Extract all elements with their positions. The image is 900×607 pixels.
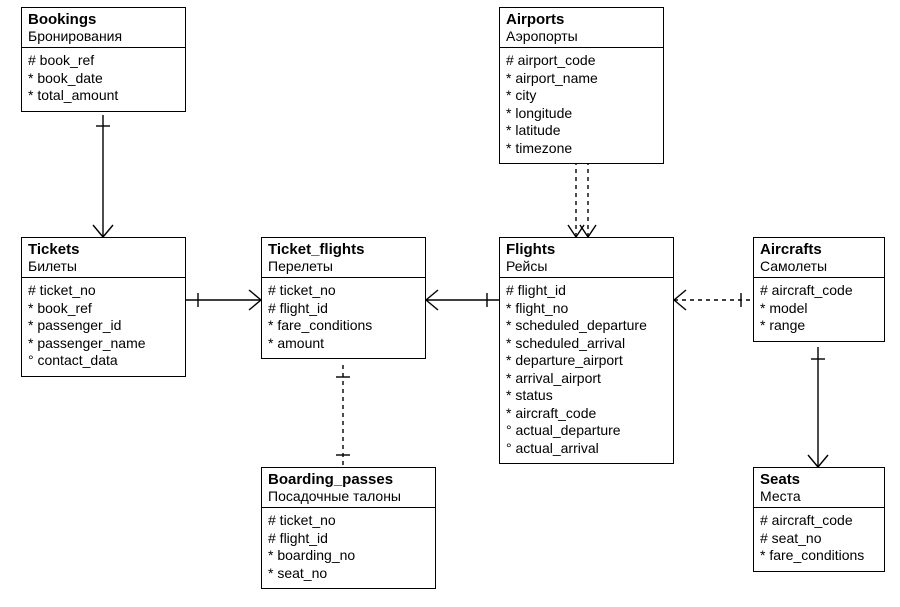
attribute-row: * status bbox=[506, 387, 667, 405]
attribute-row: # aircraft_code bbox=[760, 512, 878, 530]
attribute-row: * longitude bbox=[506, 105, 657, 123]
attribute-row: # book_ref bbox=[28, 52, 179, 70]
entity-attributes: # aircraft_code# seat_no* fare_condition… bbox=[754, 508, 884, 571]
entity-aircrafts: Aircrafts Самолеты # aircraft_code* mode… bbox=[753, 237, 885, 342]
attribute-row: # ticket_no bbox=[268, 512, 429, 530]
attribute-row: * model bbox=[760, 300, 878, 318]
attribute-row: # airport_code bbox=[506, 52, 657, 70]
attribute-row: * boarding_no bbox=[268, 547, 429, 565]
entity-title: Aircrafts bbox=[760, 241, 878, 258]
entity-attributes: # book_ref* book_date* total_amount bbox=[22, 48, 185, 111]
attribute-row: # flight_id bbox=[506, 282, 667, 300]
attribute-row: * book_date bbox=[28, 70, 179, 88]
attribute-row: * passenger_name bbox=[28, 335, 179, 353]
entity-header: Ticket_flights Перелеты bbox=[262, 238, 425, 278]
entity-boarding-passes: Boarding_passes Посадочные талоны # tick… bbox=[261, 467, 436, 589]
attribute-row: * city bbox=[506, 87, 657, 105]
attribute-row: # flight_id bbox=[268, 530, 429, 548]
entity-header: Airports Аэропорты bbox=[500, 8, 663, 48]
entity-bookings: Bookings Бронирования # book_ref* book_d… bbox=[21, 7, 186, 112]
attribute-row: ° contact_data bbox=[28, 352, 179, 370]
attribute-row: ° actual_departure bbox=[506, 422, 667, 440]
entity-title: Ticket_flights bbox=[268, 241, 419, 258]
entity-tickets: Tickets Билеты # ticket_no* book_ref* pa… bbox=[21, 237, 186, 377]
entity-subtitle: Билеты bbox=[28, 258, 179, 274]
attribute-row: * flight_no bbox=[506, 300, 667, 318]
attribute-row: * passenger_id bbox=[28, 317, 179, 335]
entity-subtitle: Места bbox=[760, 488, 878, 504]
entity-title: Flights bbox=[506, 241, 667, 258]
entity-header: Aircrafts Самолеты bbox=[754, 238, 884, 278]
entity-title: Airports bbox=[506, 11, 657, 28]
entity-title: Seats bbox=[760, 471, 878, 488]
attribute-row: * aircraft_code bbox=[506, 405, 667, 423]
attribute-row: * amount bbox=[268, 335, 419, 353]
entity-subtitle: Перелеты bbox=[268, 258, 419, 274]
rel-airports-flights bbox=[568, 153, 596, 237]
attribute-row: * arrival_airport bbox=[506, 370, 667, 388]
entity-attributes: # flight_id* flight_no* scheduled_depart… bbox=[500, 278, 673, 463]
entity-subtitle: Посадочные талоны bbox=[268, 488, 429, 504]
entity-header: Seats Места bbox=[754, 468, 884, 508]
entity-attributes: # airport_code* airport_name* city* long… bbox=[500, 48, 663, 163]
attribute-row: * scheduled_arrival bbox=[506, 335, 667, 353]
entity-header: Tickets Билеты bbox=[22, 238, 185, 278]
entity-header: Flights Рейсы bbox=[500, 238, 673, 278]
entity-attributes: # ticket_no# flight_id* boarding_no* sea… bbox=[262, 508, 435, 588]
entity-title: Boarding_passes bbox=[268, 471, 429, 488]
entity-subtitle: Аэропорты bbox=[506, 28, 657, 44]
attribute-row: * total_amount bbox=[28, 87, 179, 105]
attribute-row: * fare_conditions bbox=[268, 317, 419, 335]
entity-title: Tickets bbox=[28, 241, 179, 258]
entity-header: Boarding_passes Посадочные талоны bbox=[262, 468, 435, 508]
entity-seats: Seats Места # aircraft_code# seat_no* fa… bbox=[753, 467, 885, 572]
attribute-row: * departure_airport bbox=[506, 352, 667, 370]
entity-attributes: # ticket_no* book_ref* passenger_id* pas… bbox=[22, 278, 185, 376]
entity-flights: Flights Рейсы # flight_id* flight_no* sc… bbox=[499, 237, 674, 464]
attribute-row: # ticket_no bbox=[268, 282, 419, 300]
entity-subtitle: Рейсы bbox=[506, 258, 667, 274]
entity-subtitle: Бронирования bbox=[28, 28, 179, 44]
attribute-row: # ticket_no bbox=[28, 282, 179, 300]
entity-subtitle: Самолеты bbox=[760, 258, 878, 274]
attribute-row: ° actual_arrival bbox=[506, 440, 667, 458]
attribute-row: # seat_no bbox=[760, 530, 878, 548]
attribute-row: * fare_conditions bbox=[760, 547, 878, 565]
attribute-row: * latitude bbox=[506, 122, 657, 140]
attribute-row: # aircraft_code bbox=[760, 282, 878, 300]
entity-title: Bookings bbox=[28, 11, 179, 28]
entity-attributes: # ticket_no# flight_id* fare_conditions*… bbox=[262, 278, 425, 358]
attribute-row: * range bbox=[760, 317, 878, 335]
entity-ticket-flights: Ticket_flights Перелеты # ticket_no# fli… bbox=[261, 237, 426, 359]
attribute-row: # flight_id bbox=[268, 300, 419, 318]
entity-attributes: # aircraft_code* model* range bbox=[754, 278, 884, 341]
entity-header: Bookings Бронирования bbox=[22, 8, 185, 48]
attribute-row: * airport_name bbox=[506, 70, 657, 88]
attribute-row: * timezone bbox=[506, 140, 657, 158]
attribute-row: * book_ref bbox=[28, 300, 179, 318]
attribute-row: * seat_no bbox=[268, 565, 429, 583]
attribute-row: * scheduled_departure bbox=[506, 317, 667, 335]
entity-airports: Airports Аэропорты # airport_code* airpo… bbox=[499, 7, 664, 164]
